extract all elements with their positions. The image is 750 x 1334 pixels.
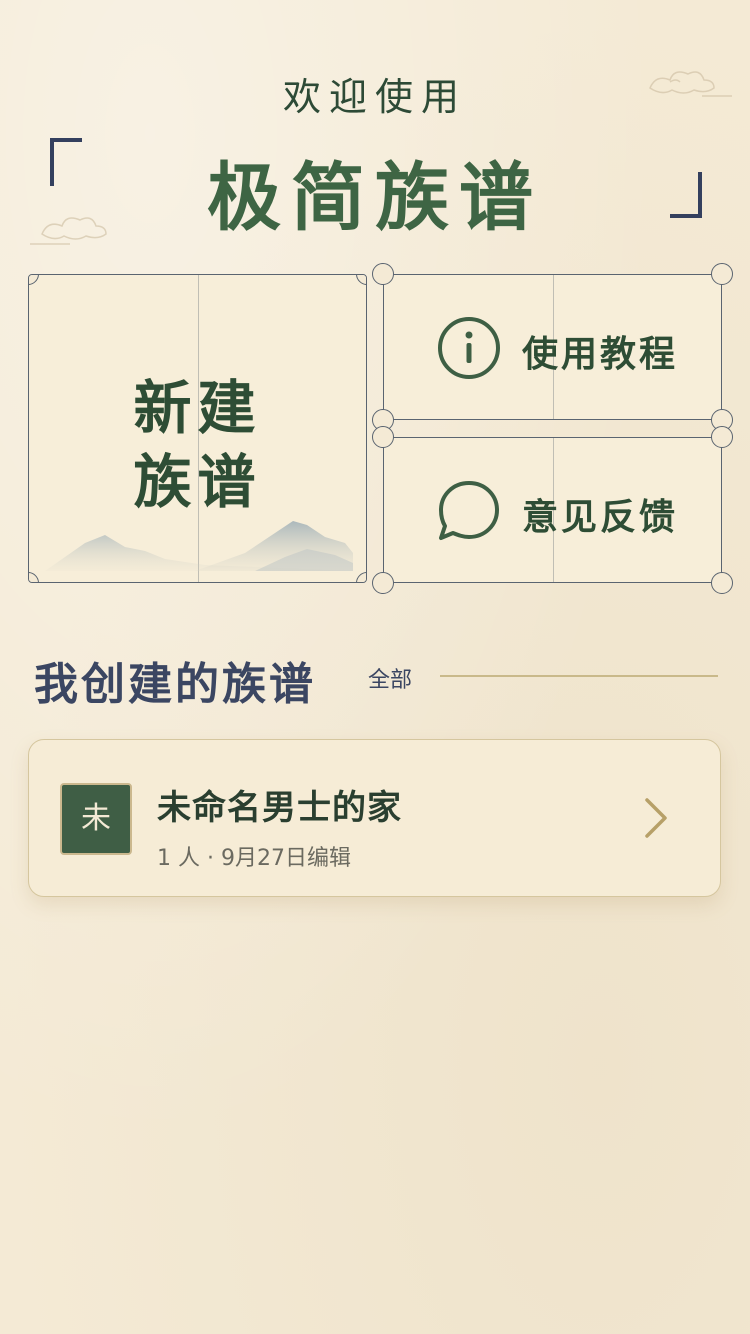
card-corner-notch <box>711 426 733 448</box>
card-corner-notch <box>356 572 366 582</box>
feedback-label: 意见反馈 <box>522 496 679 538</box>
tutorial-label: 使用教程 <box>522 333 679 375</box>
family-tree-list-item[interactable]: 未 未命名男士的家 1 人 · 9月27日编辑 <box>28 739 721 897</box>
card-corner-notch <box>372 426 394 448</box>
mountain-illustration <box>45 521 353 571</box>
card-corner-notch <box>372 263 394 285</box>
new-family-tree-card[interactable]: 新建 族谱 <box>28 274 367 583</box>
section-title: 我创建的族谱 <box>34 659 316 710</box>
card-corner-notch <box>711 572 733 594</box>
chat-bubble-icon <box>439 481 499 540</box>
card-corner-notch <box>29 572 39 582</box>
card-corner-notch <box>711 263 733 285</box>
feedback-card[interactable]: 意见反馈 <box>372 426 733 594</box>
family-name: 未命名男士的家 <box>157 788 402 828</box>
welcome-text: 欢迎使用 <box>282 75 467 119</box>
tutorial-card[interactable]: 使用教程 <box>372 263 733 431</box>
card-corner-notch <box>372 572 394 594</box>
family-meta: 1 人 · 9月27日编辑 <box>157 846 351 871</box>
app-title: 极简族谱 <box>207 155 543 241</box>
chevron-right-icon <box>645 798 667 838</box>
family-avatar: 未 <box>60 783 132 855</box>
new-label-line2: 族谱 <box>133 448 262 516</box>
card-corner-notch <box>29 275 39 285</box>
view-all-link[interactable]: 全部 <box>368 662 412 694</box>
info-icon <box>438 317 500 379</box>
card-corner-notch <box>356 275 366 285</box>
new-label-line1: 新建 <box>133 374 262 442</box>
corner-bracket-bottom-right <box>670 172 702 218</box>
section-divider <box>440 675 718 677</box>
